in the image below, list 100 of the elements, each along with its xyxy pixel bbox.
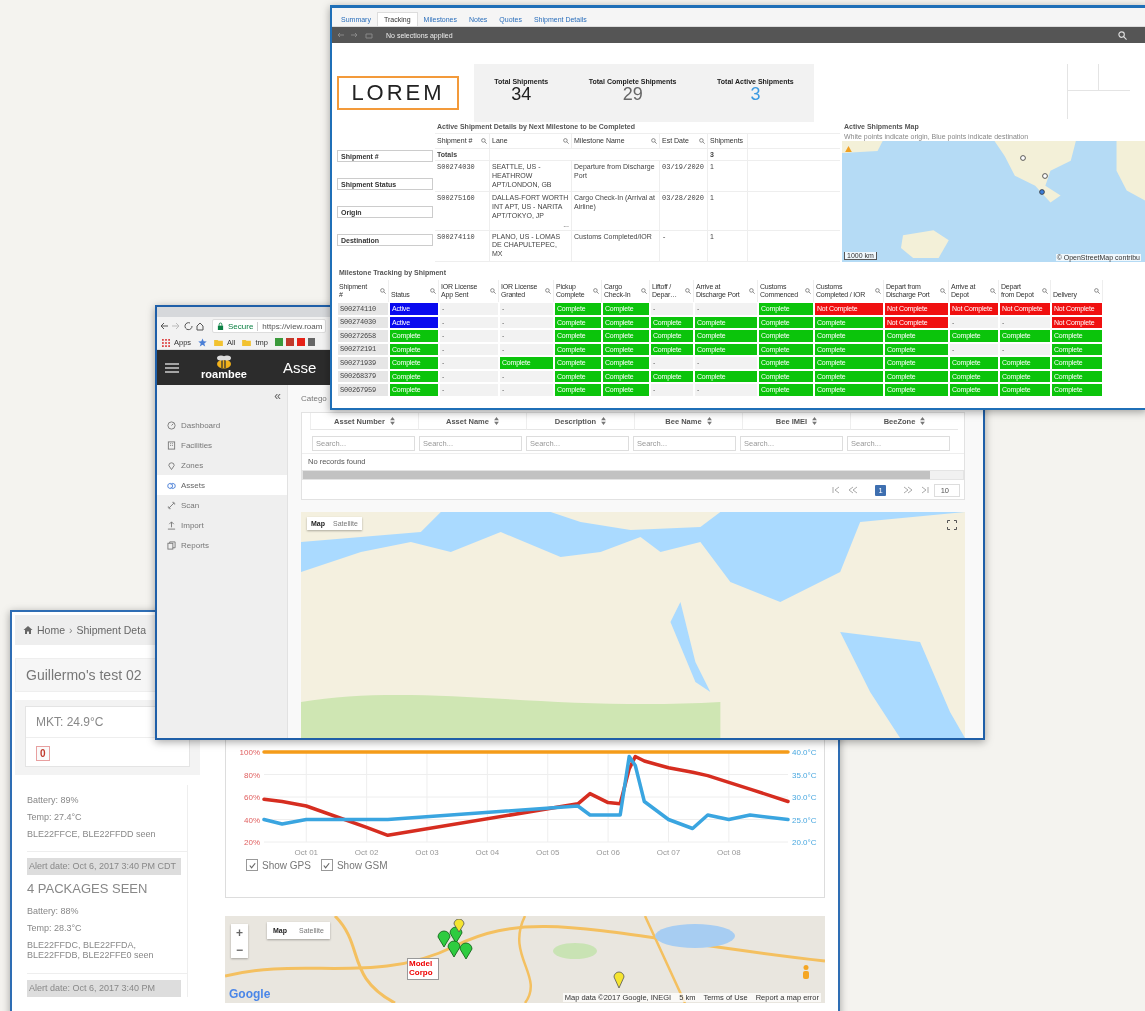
- horizontal-scrollbar[interactable]: [302, 470, 964, 480]
- checkbox[interactable]: [320, 859, 333, 871]
- sidebar-item[interactable]: Import: [157, 515, 287, 535]
- search-icon[interactable]: [593, 288, 599, 294]
- lock-icon: [217, 321, 224, 331]
- selection-tools-icons[interactable]: [336, 31, 376, 39]
- copy-icon: [167, 540, 176, 550]
- search-icon[interactable]: [545, 288, 551, 294]
- checkbox-label: Show GPS: [262, 859, 311, 871]
- warning-icon: [845, 146, 852, 152]
- sort-icon[interactable]: [812, 417, 818, 425]
- search-icon[interactable]: [481, 138, 487, 144]
- y-axis-label: 80%: [244, 770, 260, 780]
- search-icon[interactable]: [1118, 30, 1127, 40]
- y-axis-label: 40%: [244, 815, 260, 825]
- browser-nav-icons[interactable]: [160, 321, 204, 332]
- home-icon: [23, 625, 33, 635]
- x-axis-label: Oct 05: [535, 848, 560, 857]
- x-axis-label: Oct 02: [354, 848, 379, 857]
- star-icon[interactable]: [198, 338, 208, 348]
- zoom-in-button[interactable]: +: [231, 924, 248, 941]
- y-axis-label: 60%: [244, 793, 260, 802]
- address-bar[interactable]: Secure https://view.roam: [212, 319, 326, 334]
- zoom-out-button[interactable]: −: [231, 941, 248, 958]
- feed-text: Temp: 28.3°C: [27, 922, 83, 934]
- menu-icon[interactable]: [165, 362, 179, 373]
- sort-icon[interactable]: [389, 417, 395, 425]
- search-icon[interactable]: [1042, 288, 1048, 294]
- y-axis-label: 40.0°C: [792, 748, 817, 757]
- feed-text: Battery: 89%: [27, 795, 80, 806]
- search-icon[interactable]: [380, 288, 386, 294]
- x-axis-label: Oct 03: [415, 848, 439, 857]
- sidebar-item[interactable]: Reports: [157, 535, 287, 555]
- kpi-value: 3: [750, 85, 761, 104]
- y-axis-label: 20%: [244, 838, 260, 847]
- y-axis-label: 20.0°C: [792, 838, 817, 847]
- search-icon[interactable]: [699, 138, 705, 144]
- security-label: Secure: [228, 321, 259, 331]
- destination-point: [1039, 189, 1045, 195]
- breadcrumb-link[interactable]: Shipment Deta: [76, 624, 146, 636]
- folder-icon: [214, 339, 224, 347]
- x-axis-label: Oct 04: [475, 848, 500, 857]
- map-provider-logo: Google: [229, 987, 271, 1001]
- search-icon[interactable]: [430, 288, 436, 294]
- x-axis-label: Oct 08: [717, 848, 741, 857]
- sidebar-item[interactable]: Zones: [157, 455, 287, 475]
- x-axis-label: Oct 06: [596, 848, 620, 857]
- building-icon: [167, 440, 176, 450]
- y-axis-label: 100%: [239, 748, 260, 757]
- x-axis-label: Oct 07: [656, 848, 681, 857]
- alert-date: Alert date: Oct 6, 2017 3:40 PM CDT: [27, 858, 181, 875]
- person-icon[interactable]: [801, 964, 811, 982]
- map-pin-icon: [613, 971, 625, 989]
- breadcrumb-separator: ›: [69, 624, 73, 636]
- fullscreen-icon[interactable]: [947, 520, 957, 530]
- url-text: https://view.roam: [262, 321, 323, 331]
- search-icon[interactable]: [641, 288, 647, 294]
- search-icon[interactable]: [490, 288, 496, 294]
- scrollbar-thumb[interactable]: [303, 471, 930, 479]
- sidebar-item[interactable]: Facilities: [157, 435, 287, 455]
- check-icon: [247, 860, 257, 870]
- sidebar-item[interactable]: Assets: [157, 475, 287, 495]
- bookmark-favicons-icon[interactable]: [274, 338, 315, 348]
- gauge-icon: [167, 420, 176, 430]
- shipment-title: Guillermo's test 02: [26, 667, 142, 683]
- collapse-button[interactable]: «: [274, 389, 281, 403]
- search-icon[interactable]: [940, 288, 946, 294]
- search-icon[interactable]: [875, 288, 881, 294]
- search-icon[interactable]: [563, 138, 569, 144]
- page-title: Asse: [283, 359, 317, 377]
- kpi-value: 34: [511, 85, 532, 104]
- kpi-value: 29: [622, 85, 643, 104]
- search-icon[interactable]: [805, 288, 811, 294]
- feed-text: BLE22FFDC, BLE22FFDA, BLE22FFDB, BLE22FFE0 seen: [27, 939, 155, 962]
- brand-logo: roambee: [201, 369, 247, 381]
- sort-icon[interactable]: [601, 417, 607, 425]
- sort-icon[interactable]: [920, 417, 926, 425]
- search-icon[interactable]: [990, 288, 996, 294]
- origin-point: [1042, 173, 1048, 179]
- origin-point: [1020, 155, 1026, 161]
- x-axis-label: Oct 01: [294, 848, 319, 857]
- search-icon[interactable]: [749, 288, 755, 294]
- search-icon[interactable]: [1094, 288, 1100, 294]
- feed-text: BLE22FFCE, BLE22FFDD seen: [27, 828, 157, 840]
- empty-chart-frame: [1067, 64, 1130, 119]
- checkbox-label: Show GSM: [336, 859, 388, 871]
- upload-icon: [167, 520, 176, 530]
- search-icon[interactable]: [685, 288, 691, 294]
- sort-icon[interactable]: [493, 417, 499, 425]
- breadcrumb-link[interactable]: Home: [37, 624, 65, 636]
- category-label: Catego: [301, 393, 327, 403]
- sort-icon[interactable]: [706, 417, 712, 425]
- check-icon: [322, 860, 332, 870]
- packages-heading: 4 PACKAGES SEEN: [27, 881, 149, 896]
- feed-text: Battery: 88%: [27, 906, 80, 917]
- checkbox[interactable]: [246, 859, 258, 871]
- sidebar-item[interactable]: Scan: [157, 495, 287, 515]
- folder-icon: [242, 339, 252, 347]
- sidebar-item[interactable]: Dashboard: [157, 415, 287, 435]
- search-icon[interactable]: [651, 138, 657, 144]
